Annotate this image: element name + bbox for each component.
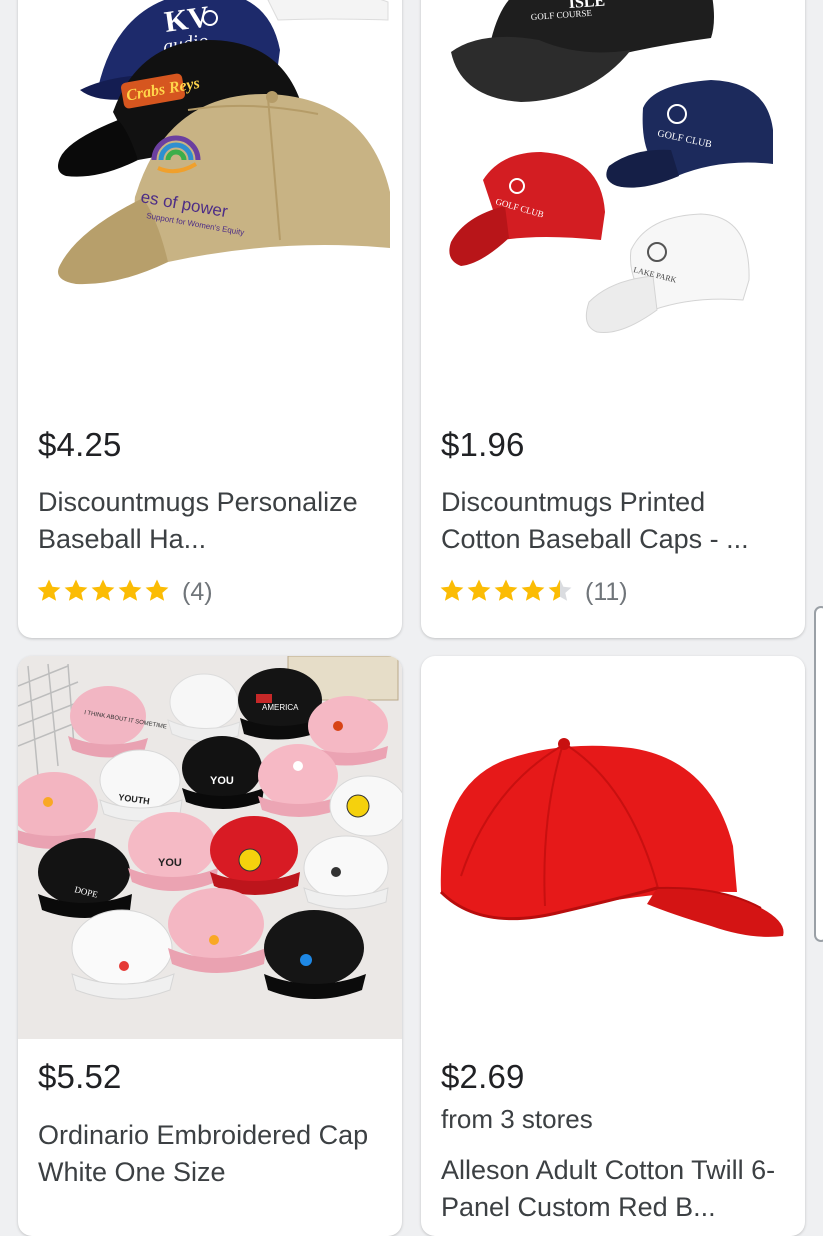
star-icon (520, 578, 546, 607)
product-title[interactable]: Discountmugs Printed Cotton Baseball Cap… (441, 484, 791, 558)
star-icon (36, 578, 62, 607)
star-icon (439, 578, 465, 607)
next-card-edge[interactable] (814, 606, 823, 942)
star-icon (90, 578, 116, 607)
product-image[interactable] (421, 656, 805, 1039)
star-icon (547, 578, 573, 607)
review-count: (11) (585, 578, 628, 606)
store-count: from 3 stores (441, 1104, 593, 1134)
cap-logo-text: YOU (158, 857, 182, 869)
product-rating: (11) (439, 578, 628, 607)
product-price: $1.96 (441, 426, 525, 463)
star-icon (144, 578, 170, 607)
product-price: $5.52 (38, 1058, 122, 1095)
product-card[interactable]: I THINK ABOUT IT SOMETIME AMERICA YOUTH … (18, 656, 402, 1236)
product-card[interactable]: $2.69 from 3 stores Alleson Adult Cotton… (421, 656, 805, 1236)
cap-logo-text: AMERICA (262, 703, 299, 712)
product-title[interactable]: Alleson Adult Cotton Twill 6-Panel Custo… (441, 1152, 791, 1226)
star-icon (117, 578, 143, 607)
product-title[interactable]: Ordinario Embroidered Cap White One Size (38, 1117, 388, 1191)
review-count: (4) (182, 578, 213, 606)
star-rating (439, 578, 573, 607)
product-price: $2.69 (441, 1058, 525, 1095)
star-icon (493, 578, 519, 607)
star-icon (63, 578, 89, 607)
cap-logo-text: YOU (210, 775, 234, 787)
product-price: $4.25 (38, 426, 122, 463)
product-rating: (4) (36, 578, 213, 607)
star-rating (36, 578, 170, 607)
product-title[interactable]: Discountmugs Personalize Baseball Ha... (38, 484, 388, 558)
product-card[interactable]: KV audio Crabs Reys es of power Support … (18, 0, 402, 638)
product-image[interactable]: I THINK ABOUT IT SOMETIME AMERICA YOUTH … (18, 656, 402, 1039)
product-image[interactable]: ISLE GOLF COURSE GOLF CLUB GOLF CLUB LAK… (421, 0, 805, 400)
star-icon (466, 578, 492, 607)
product-card[interactable]: ISLE GOLF COURSE GOLF CLUB GOLF CLUB LAK… (421, 0, 805, 638)
product-image[interactable]: KV audio Crabs Reys es of power Support … (18, 0, 402, 400)
